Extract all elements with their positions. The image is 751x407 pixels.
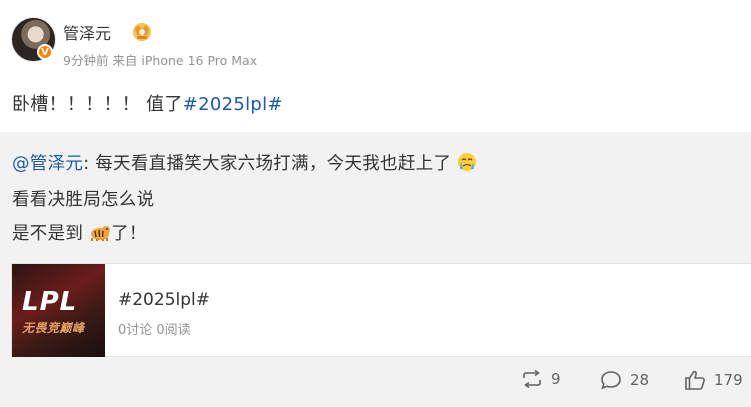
lpl-slogan: 无畏竞巅峰: [22, 321, 85, 335]
topic-card-title: #2025lpl#: [118, 290, 210, 310]
comment-icon: [601, 371, 621, 390]
repost-line-2: 看看决胜局怎么说: [12, 190, 155, 210]
topic-card-thumbnail: LPL 无畏竞巅峰: [12, 264, 105, 357]
comment-count: 28: [630, 371, 650, 389]
tiger-emoji-icon: [91, 226, 111, 241]
topic-card[interactable]: LPL 无畏竞巅峰 #2025lpl# 0讨论 0阅读: [11, 263, 751, 357]
repost-line-1: @管泽元: 每天看直播笑大家六场打满，今天我也赶上了: [12, 150, 477, 175]
topic-card-stats: 0讨论 0阅读: [118, 323, 191, 338]
lpl-logo: LPL: [22, 287, 78, 317]
crying-emoji-icon: [458, 153, 477, 171]
repost-button[interactable]: 9: [521, 370, 561, 388]
author-name[interactable]: 管泽元: [63, 20, 111, 44]
like-count: 179: [714, 371, 743, 389]
verified-icon: V: [37, 44, 53, 60]
repost-count: 9: [551, 370, 561, 388]
like-button[interactable]: 179: [684, 370, 743, 390]
topic-link[interactable]: #2025lpl#: [183, 94, 283, 115]
crown-badge-icon: [133, 23, 151, 41]
post-content-text: 卧槽！！！！！ 值了: [12, 94, 183, 115]
like-icon: [685, 370, 705, 390]
repost-text-1: : 每天看直播笑大家六场打满，今天我也赶上了: [83, 154, 452, 174]
repost-text-3b: 了！: [111, 224, 147, 244]
post-content: 卧槽！！！！！ 值了#2025lpl#: [12, 90, 283, 116]
repost-container[interactable]: @管泽元: 每天看直播笑大家六场打满，今天我也赶上了 看看决胜局怎么说 是不是到…: [0, 132, 751, 407]
mention-link[interactable]: @管泽元: [12, 154, 83, 174]
comment-button[interactable]: 28: [600, 370, 649, 390]
repost-icon: [523, 370, 541, 388]
post-meta: 9分钟前 来自 iPhone 16 Pro Max: [63, 53, 258, 68]
repost-line-3: 是不是到 了！: [12, 220, 147, 245]
repost-text-3a: 是不是到: [12, 224, 84, 244]
